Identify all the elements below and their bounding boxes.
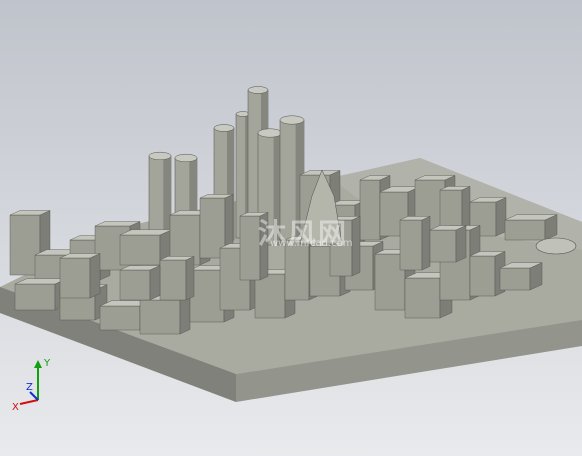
cad-viewport[interactable]: 沐风网 www.mfcad.com Y X Z <box>0 0 582 456</box>
building-face <box>284 239 310 301</box>
cylinder-top <box>247 86 269 94</box>
z-axis-label: Z <box>26 382 33 393</box>
x-axis-icon <box>19 399 39 405</box>
cylinder-top <box>257 128 283 138</box>
building-face <box>189 269 225 323</box>
cylinder-top <box>174 153 198 163</box>
dome-structure <box>535 237 577 255</box>
building-face <box>99 305 141 331</box>
building-face <box>399 219 423 271</box>
building-face <box>149 265 161 301</box>
building-face <box>469 255 496 297</box>
building-face <box>495 197 507 237</box>
x-axis-label: X <box>12 402 19 413</box>
building-face <box>89 253 101 299</box>
building-face <box>504 219 546 241</box>
building-face <box>421 216 431 271</box>
building-face <box>59 257 91 299</box>
building-face <box>119 234 161 266</box>
building-face <box>159 259 187 301</box>
building-face <box>429 229 457 263</box>
cylinder-top <box>279 115 305 125</box>
building-face <box>404 277 441 319</box>
building-face <box>351 216 361 277</box>
z-axis-icon <box>29 391 39 401</box>
cylinder-top <box>213 124 235 132</box>
building-face <box>359 179 381 241</box>
building-face <box>254 273 286 319</box>
building-face <box>499 267 531 291</box>
axis-triad: Y X Z <box>12 358 51 413</box>
building-face <box>179 295 191 335</box>
building-face <box>119 269 151 301</box>
y-axis-label: Y <box>43 358 51 369</box>
cylinder-top <box>148 151 172 161</box>
city-model-3d[interactable] <box>0 0 582 456</box>
building-face <box>139 299 181 335</box>
building-face <box>14 283 56 311</box>
building-face <box>259 212 269 281</box>
building-face <box>455 225 467 263</box>
building-face <box>239 215 261 281</box>
building-face <box>185 256 195 301</box>
